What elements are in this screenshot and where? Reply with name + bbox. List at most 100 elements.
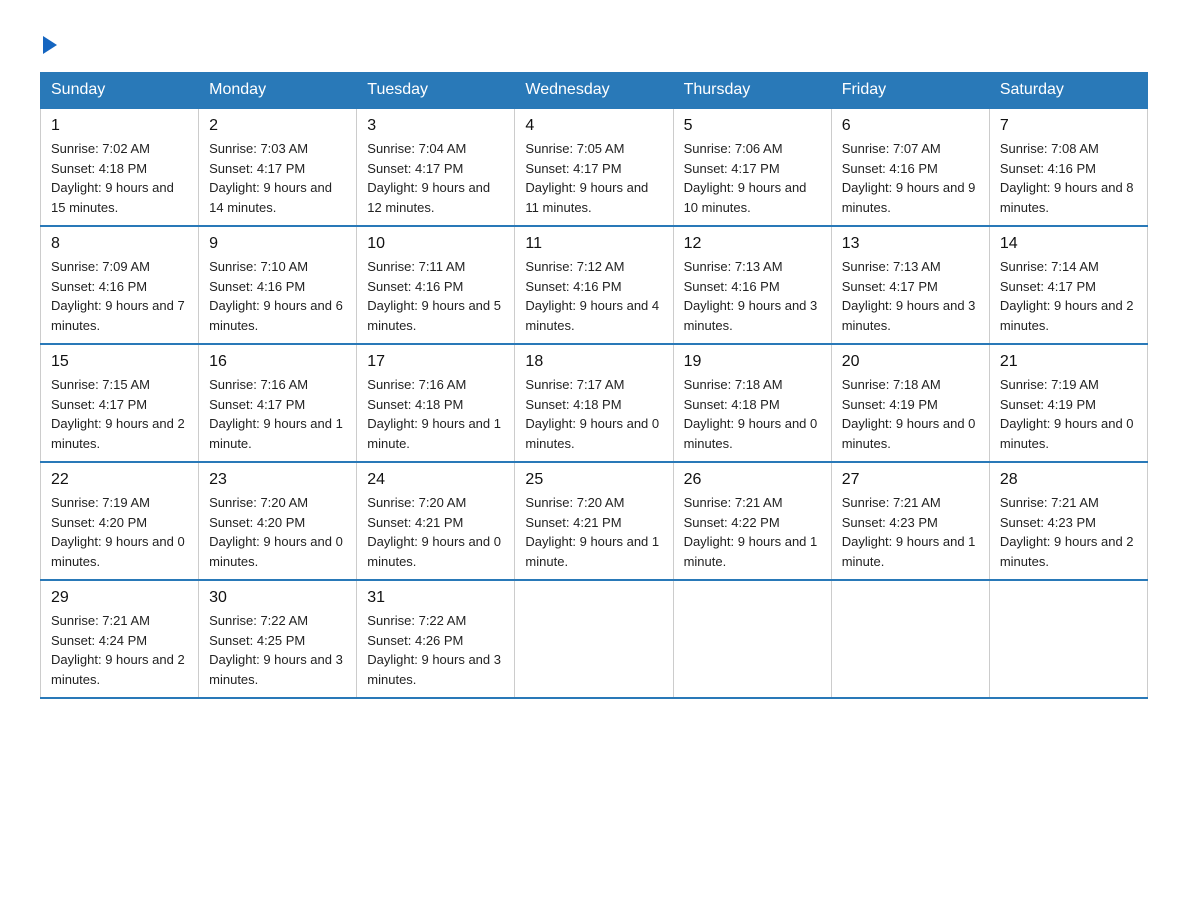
day-info: Sunrise: 7:16 AM Sunset: 4:18 PM Dayligh…: [367, 375, 504, 453]
day-number: 14: [1000, 235, 1137, 253]
calendar-cell: 12 Sunrise: 7:13 AM Sunset: 4:16 PM Dayl…: [673, 226, 831, 344]
day-info: Sunrise: 7:20 AM Sunset: 4:20 PM Dayligh…: [209, 493, 346, 571]
day-number: 11: [525, 235, 662, 253]
header-monday: Monday: [199, 73, 357, 109]
calendar-cell: 25 Sunrise: 7:20 AM Sunset: 4:21 PM Dayl…: [515, 462, 673, 580]
day-number: 21: [1000, 353, 1137, 371]
day-number: 19: [684, 353, 821, 371]
calendar-cell: [673, 580, 831, 698]
day-info: Sunrise: 7:12 AM Sunset: 4:16 PM Dayligh…: [525, 257, 662, 335]
calendar-week-1: 1 Sunrise: 7:02 AM Sunset: 4:18 PM Dayli…: [41, 108, 1148, 226]
day-info: Sunrise: 7:08 AM Sunset: 4:16 PM Dayligh…: [1000, 139, 1137, 217]
day-number: 29: [51, 589, 188, 607]
calendar-cell: 30 Sunrise: 7:22 AM Sunset: 4:25 PM Dayl…: [199, 580, 357, 698]
header-thursday: Thursday: [673, 73, 831, 109]
calendar-cell: 31 Sunrise: 7:22 AM Sunset: 4:26 PM Dayl…: [357, 580, 515, 698]
day-info: Sunrise: 7:21 AM Sunset: 4:23 PM Dayligh…: [842, 493, 979, 571]
calendar-cell: 26 Sunrise: 7:21 AM Sunset: 4:22 PM Dayl…: [673, 462, 831, 580]
day-number: 6: [842, 117, 979, 135]
calendar-cell: [515, 580, 673, 698]
header-sunday: Sunday: [41, 73, 199, 109]
day-info: Sunrise: 7:13 AM Sunset: 4:17 PM Dayligh…: [842, 257, 979, 335]
day-number: 22: [51, 471, 188, 489]
day-info: Sunrise: 7:07 AM Sunset: 4:16 PM Dayligh…: [842, 139, 979, 217]
day-number: 24: [367, 471, 504, 489]
day-info: Sunrise: 7:14 AM Sunset: 4:17 PM Dayligh…: [1000, 257, 1137, 335]
day-number: 23: [209, 471, 346, 489]
calendar-week-3: 15 Sunrise: 7:15 AM Sunset: 4:17 PM Dayl…: [41, 344, 1148, 462]
day-info: Sunrise: 7:21 AM Sunset: 4:24 PM Dayligh…: [51, 611, 188, 689]
header-friday: Friday: [831, 73, 989, 109]
day-number: 28: [1000, 471, 1137, 489]
calendar-header-row: SundayMondayTuesdayWednesdayThursdayFrid…: [41, 73, 1148, 109]
day-number: 16: [209, 353, 346, 371]
day-number: 25: [525, 471, 662, 489]
calendar-cell: 15 Sunrise: 7:15 AM Sunset: 4:17 PM Dayl…: [41, 344, 199, 462]
calendar-cell: 16 Sunrise: 7:16 AM Sunset: 4:17 PM Dayl…: [199, 344, 357, 462]
day-number: 17: [367, 353, 504, 371]
calendar-cell: 10 Sunrise: 7:11 AM Sunset: 4:16 PM Dayl…: [357, 226, 515, 344]
calendar-cell: 2 Sunrise: 7:03 AM Sunset: 4:17 PM Dayli…: [199, 108, 357, 226]
calendar-cell: 27 Sunrise: 7:21 AM Sunset: 4:23 PM Dayl…: [831, 462, 989, 580]
day-info: Sunrise: 7:19 AM Sunset: 4:19 PM Dayligh…: [1000, 375, 1137, 453]
calendar-cell: 28 Sunrise: 7:21 AM Sunset: 4:23 PM Dayl…: [989, 462, 1147, 580]
calendar-cell: 11 Sunrise: 7:12 AM Sunset: 4:16 PM Dayl…: [515, 226, 673, 344]
day-info: Sunrise: 7:19 AM Sunset: 4:20 PM Dayligh…: [51, 493, 188, 571]
calendar-cell: 17 Sunrise: 7:16 AM Sunset: 4:18 PM Dayl…: [357, 344, 515, 462]
day-number: 15: [51, 353, 188, 371]
day-info: Sunrise: 7:11 AM Sunset: 4:16 PM Dayligh…: [367, 257, 504, 335]
calendar-cell: 18 Sunrise: 7:17 AM Sunset: 4:18 PM Dayl…: [515, 344, 673, 462]
day-info: Sunrise: 7:22 AM Sunset: 4:25 PM Dayligh…: [209, 611, 346, 689]
calendar-cell: 1 Sunrise: 7:02 AM Sunset: 4:18 PM Dayli…: [41, 108, 199, 226]
day-info: Sunrise: 7:17 AM Sunset: 4:18 PM Dayligh…: [525, 375, 662, 453]
calendar-cell: 4 Sunrise: 7:05 AM Sunset: 4:17 PM Dayli…: [515, 108, 673, 226]
day-info: Sunrise: 7:20 AM Sunset: 4:21 PM Dayligh…: [367, 493, 504, 571]
calendar-cell: 24 Sunrise: 7:20 AM Sunset: 4:21 PM Dayl…: [357, 462, 515, 580]
header-tuesday: Tuesday: [357, 73, 515, 109]
day-number: 10: [367, 235, 504, 253]
calendar-cell: [989, 580, 1147, 698]
day-info: Sunrise: 7:02 AM Sunset: 4:18 PM Dayligh…: [51, 139, 188, 217]
day-info: Sunrise: 7:20 AM Sunset: 4:21 PM Dayligh…: [525, 493, 662, 571]
day-number: 5: [684, 117, 821, 135]
day-number: 30: [209, 589, 346, 607]
logo: [40, 30, 57, 54]
calendar-cell: 19 Sunrise: 7:18 AM Sunset: 4:18 PM Dayl…: [673, 344, 831, 462]
day-info: Sunrise: 7:16 AM Sunset: 4:17 PM Dayligh…: [209, 375, 346, 453]
calendar-cell: 20 Sunrise: 7:18 AM Sunset: 4:19 PM Dayl…: [831, 344, 989, 462]
calendar-cell: 6 Sunrise: 7:07 AM Sunset: 4:16 PM Dayli…: [831, 108, 989, 226]
day-number: 26: [684, 471, 821, 489]
day-number: 7: [1000, 117, 1137, 135]
calendar-week-4: 22 Sunrise: 7:19 AM Sunset: 4:20 PM Dayl…: [41, 462, 1148, 580]
day-number: 12: [684, 235, 821, 253]
day-number: 4: [525, 117, 662, 135]
day-number: 3: [367, 117, 504, 135]
day-info: Sunrise: 7:21 AM Sunset: 4:22 PM Dayligh…: [684, 493, 821, 571]
day-info: Sunrise: 7:06 AM Sunset: 4:17 PM Dayligh…: [684, 139, 821, 217]
day-number: 18: [525, 353, 662, 371]
day-info: Sunrise: 7:21 AM Sunset: 4:23 PM Dayligh…: [1000, 493, 1137, 571]
day-number: 2: [209, 117, 346, 135]
day-number: 20: [842, 353, 979, 371]
calendar-cell: 21 Sunrise: 7:19 AM Sunset: 4:19 PM Dayl…: [989, 344, 1147, 462]
day-info: Sunrise: 7:18 AM Sunset: 4:19 PM Dayligh…: [842, 375, 979, 453]
page-header: [40, 30, 1148, 54]
calendar-table: SundayMondayTuesdayWednesdayThursdayFrid…: [40, 72, 1148, 699]
calendar-cell: 8 Sunrise: 7:09 AM Sunset: 4:16 PM Dayli…: [41, 226, 199, 344]
header-wednesday: Wednesday: [515, 73, 673, 109]
logo-arrow-icon: [43, 36, 57, 54]
calendar-cell: 13 Sunrise: 7:13 AM Sunset: 4:17 PM Dayl…: [831, 226, 989, 344]
day-info: Sunrise: 7:03 AM Sunset: 4:17 PM Dayligh…: [209, 139, 346, 217]
calendar-cell: 3 Sunrise: 7:04 AM Sunset: 4:17 PM Dayli…: [357, 108, 515, 226]
day-number: 13: [842, 235, 979, 253]
calendar-cell: [831, 580, 989, 698]
calendar-cell: 22 Sunrise: 7:19 AM Sunset: 4:20 PM Dayl…: [41, 462, 199, 580]
day-info: Sunrise: 7:22 AM Sunset: 4:26 PM Dayligh…: [367, 611, 504, 689]
day-info: Sunrise: 7:10 AM Sunset: 4:16 PM Dayligh…: [209, 257, 346, 335]
day-number: 1: [51, 117, 188, 135]
calendar-week-2: 8 Sunrise: 7:09 AM Sunset: 4:16 PM Dayli…: [41, 226, 1148, 344]
day-info: Sunrise: 7:04 AM Sunset: 4:17 PM Dayligh…: [367, 139, 504, 217]
day-info: Sunrise: 7:05 AM Sunset: 4:17 PM Dayligh…: [525, 139, 662, 217]
day-number: 8: [51, 235, 188, 253]
header-saturday: Saturday: [989, 73, 1147, 109]
